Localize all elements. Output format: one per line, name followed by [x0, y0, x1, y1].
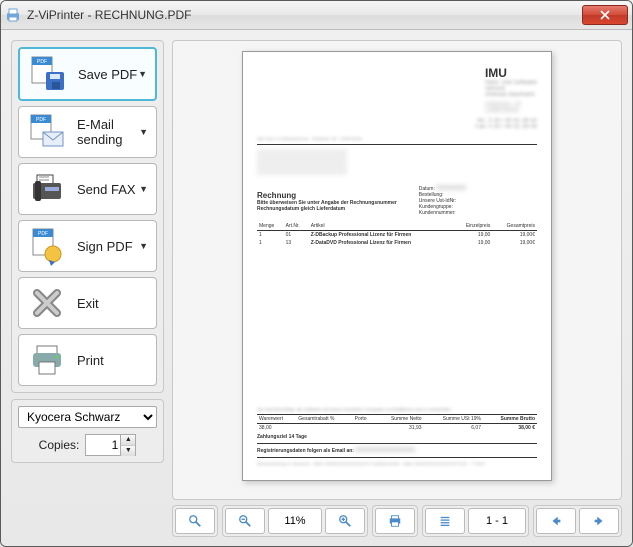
- printer-icon: [27, 340, 67, 380]
- arrow-right-icon: [592, 514, 606, 528]
- close-icon: [600, 10, 610, 20]
- zoom-in-button[interactable]: [325, 508, 365, 534]
- right-panel: IMU Hard- und Software Service Andreas B…: [172, 40, 622, 536]
- actions-group: PDF Save PDF ▼ PDF E-Mail sending ▼: [11, 40, 164, 393]
- text-view-button[interactable]: [425, 508, 465, 534]
- doc-logo: IMU: [485, 66, 537, 80]
- sign-label: Sign PDF: [77, 239, 139, 254]
- pdf-sign-icon: PDF: [27, 226, 67, 266]
- table-row: 1 13 Z-DataDVD Professional Lizenz für F…: [257, 239, 537, 247]
- save-pdf-label: Save PDF: [78, 67, 138, 82]
- pdf-save-icon: PDF: [28, 54, 68, 94]
- table-row: 1 01 Z-DBackup Professional Lizenz für F…: [257, 231, 537, 240]
- sign-button[interactable]: PDF Sign PDF ▼: [18, 220, 157, 272]
- fax-button[interactable]: Send FAX ▼: [18, 163, 157, 215]
- printer-group: Kyocera Schwarz Copies: ▲ ▼: [11, 399, 164, 463]
- zoom-level[interactable]: 11%: [268, 508, 322, 534]
- app-icon: [5, 7, 21, 23]
- magnifier-plus-icon: [338, 514, 352, 528]
- chevron-down-icon: ▼: [139, 184, 148, 194]
- copies-down[interactable]: ▼: [121, 446, 135, 456]
- arrow-left-icon: [549, 514, 563, 528]
- pdf-email-icon: PDF: [27, 112, 67, 152]
- svg-text:PDF: PDF: [37, 59, 47, 65]
- magnifier-minus-icon: [238, 514, 252, 528]
- zoom-out-button[interactable]: [225, 508, 265, 534]
- page-indicator[interactable]: 1 - 1: [468, 508, 526, 534]
- fax-label: Send FAX: [77, 182, 139, 197]
- print-button[interactable]: Print: [18, 334, 157, 386]
- copies-input[interactable]: [86, 438, 120, 452]
- chevron-down-icon: ▼: [138, 69, 147, 79]
- exit-icon: [27, 283, 67, 323]
- preview-area[interactable]: IMU Hard- und Software Service Andreas B…: [172, 40, 622, 500]
- copies-label: Copies:: [39, 438, 80, 452]
- left-panel: PDF Save PDF ▼ PDF E-Mail sending ▼: [11, 40, 164, 536]
- save-pdf-button[interactable]: PDF Save PDF ▼: [18, 47, 157, 101]
- lines-icon: [438, 514, 452, 528]
- prev-page-button[interactable]: [536, 508, 576, 534]
- exit-label: Exit: [77, 296, 148, 311]
- copies-row: Copies: ▲ ▼: [18, 434, 157, 456]
- svg-text:PDF: PDF: [36, 117, 46, 123]
- svg-text:PDF: PDF: [38, 231, 48, 237]
- app-window: Z-ViPrinter - RECHNUNG.PDF PDF Save PDF …: [0, 0, 633, 547]
- toolbar-print-button[interactable]: [375, 508, 415, 534]
- magnifier-icon: [188, 514, 202, 528]
- next-page-button[interactable]: [579, 508, 619, 534]
- copies-up[interactable]: ▲: [121, 435, 135, 446]
- client-area: PDF Save PDF ▼ PDF E-Mail sending ▼: [1, 30, 632, 546]
- copies-spinner[interactable]: ▲ ▼: [85, 434, 136, 456]
- chevron-down-icon: ▼: [139, 127, 148, 137]
- printer-select[interactable]: Kyocera Schwarz: [18, 406, 157, 428]
- email-label: E-Mail sending: [77, 117, 139, 147]
- zoom-reset-button[interactable]: [175, 508, 215, 534]
- email-button[interactable]: PDF E-Mail sending ▼: [18, 106, 157, 158]
- document-page: IMU Hard- und Software Service Andreas B…: [242, 51, 552, 481]
- print-label: Print: [77, 353, 148, 368]
- fax-icon: [27, 169, 67, 209]
- printer-small-icon: [388, 514, 402, 528]
- titlebar: Z-ViPrinter - RECHNUNG.PDF: [1, 1, 632, 30]
- window-title: Z-ViPrinter - RECHNUNG.PDF: [27, 8, 582, 22]
- chevron-down-icon: ▼: [139, 241, 148, 251]
- doc-heading: Rechnung: [257, 191, 411, 200]
- close-button[interactable]: [582, 5, 628, 25]
- exit-button[interactable]: Exit: [18, 277, 157, 329]
- preview-toolbar: 11% 1 - 1: [172, 506, 622, 536]
